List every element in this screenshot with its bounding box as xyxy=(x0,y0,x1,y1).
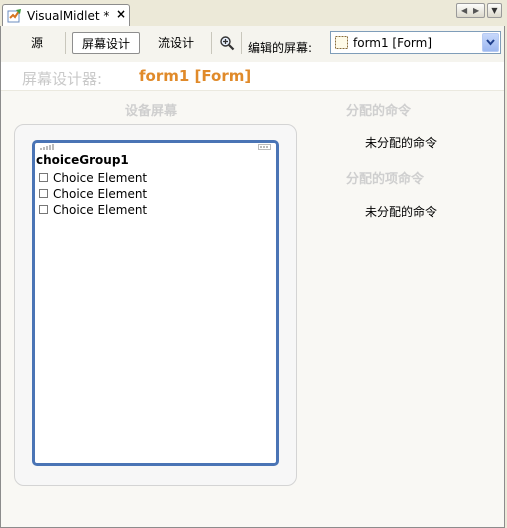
battery-icon xyxy=(258,144,271,150)
chevron-right-icon[interactable]: ▶ xyxy=(473,4,479,17)
toolbar-divider xyxy=(65,32,66,54)
choice-element-label: Choice Element xyxy=(53,187,148,201)
choice-element-label: Choice Element xyxy=(53,171,148,185)
source-button[interactable]: 源 xyxy=(21,32,53,54)
designer-canvas: 设备屏幕 分配的命令 未分配的命令 分配的项命令 未分配的命令 choiceGr… xyxy=(1,91,504,527)
designer-toolbar: 源 屏幕设计 流设计 编辑的屏幕: form1 [Form] xyxy=(1,26,504,63)
designer-label: 屏幕设计器: xyxy=(22,70,103,88)
tab-nav-buttons: ◀ ▶ xyxy=(456,3,485,18)
window-menu-icon[interactable]: ▼ xyxy=(487,3,502,18)
signal-icon xyxy=(40,144,54,150)
device-frame: choiceGroup1 Choice Element Choice Eleme… xyxy=(14,124,297,486)
toolbar-divider xyxy=(241,32,242,54)
assigned-item-commands-header: 分配的项命令 xyxy=(346,172,425,187)
designer-form-name: form1 [Form] xyxy=(139,67,252,85)
checkbox[interactable] xyxy=(39,173,48,182)
tab-title: VisualMidlet * xyxy=(27,9,110,23)
zoom-in-icon[interactable] xyxy=(219,35,235,51)
midlet-icon xyxy=(7,9,21,23)
form-icon xyxy=(335,36,348,49)
device-screen[interactable]: choiceGroup1 Choice Element Choice Eleme… xyxy=(32,140,279,466)
chevron-down-icon[interactable] xyxy=(482,33,499,52)
device-screen-header: 设备屏幕 xyxy=(125,104,178,119)
designer-header: 屏幕设计器: form1 [Form] xyxy=(1,62,504,91)
selected-screen: form1 [Form] xyxy=(353,36,433,50)
flow-design-button[interactable]: 流设计 xyxy=(148,32,204,54)
toolbar-divider xyxy=(211,32,212,54)
assigned-commands-header: 分配的命令 xyxy=(346,104,412,119)
editor-panel: 源 屏幕设计 流设计 编辑的屏幕: form1 [Form] 屏幕设计器: fo… xyxy=(0,26,505,528)
screen-select[interactable]: form1 [Form] xyxy=(330,31,501,54)
screen-design-button[interactable]: 屏幕设计 xyxy=(72,32,140,54)
editor-tab-visualmidlet[interactable]: VisualMidlet * × xyxy=(2,4,130,26)
chevron-left-icon[interactable]: ◀ xyxy=(461,4,467,17)
checkbox[interactable] xyxy=(39,205,48,214)
unassigned-commands-label: 未分配的命令 xyxy=(365,136,438,150)
choice-element-label: Choice Element xyxy=(53,203,148,217)
close-icon[interactable]: × xyxy=(116,7,126,21)
editor-tab-strip: VisualMidlet * × ◀ ▶ ▼ xyxy=(0,0,507,27)
edited-screen-label: 编辑的屏幕: xyxy=(248,41,313,55)
choice-group-title[interactable]: choiceGroup1 xyxy=(36,153,129,167)
unassigned-item-commands-label: 未分配的命令 xyxy=(365,205,438,219)
checkbox[interactable] xyxy=(39,189,48,198)
